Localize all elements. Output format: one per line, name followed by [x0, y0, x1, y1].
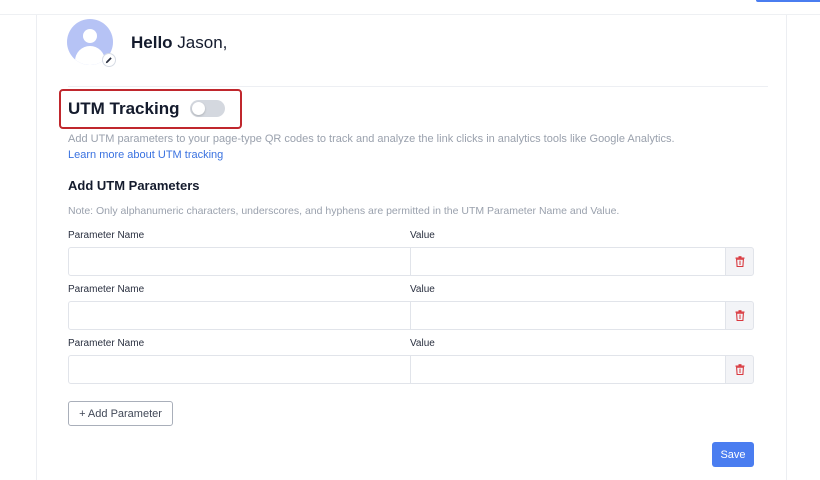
- greeting-hello: Hello: [131, 33, 173, 52]
- delete-parameter-button[interactable]: [725, 301, 754, 330]
- parameter-name-label: Parameter Name: [68, 230, 145, 241]
- top-bar: [0, 0, 820, 15]
- parameter-name-input[interactable]: [68, 355, 411, 384]
- greeting: Hello Jason,: [131, 33, 227, 53]
- delete-parameter-button[interactable]: [725, 247, 754, 276]
- avatar-body: [75, 46, 105, 65]
- avatar-head: [83, 29, 97, 43]
- utm-description: Add UTM parameters to your page-type QR …: [68, 133, 675, 145]
- parameters-note: Note: Only alphanumeric characters, unde…: [68, 205, 620, 217]
- pencil-icon[interactable]: [102, 53, 116, 67]
- value-label: Value: [410, 338, 435, 349]
- utm-tracking-title: UTM Tracking: [68, 99, 180, 118]
- parameter-value-input[interactable]: [410, 355, 726, 384]
- learn-more-link[interactable]: Learn more about UTM tracking: [68, 149, 223, 161]
- pencil-icon-glyph: [105, 57, 112, 64]
- parameter-value-input[interactable]: [410, 247, 726, 276]
- value-label: Value: [410, 230, 435, 241]
- trash-icon: [735, 256, 744, 267]
- parameter-name-label: Parameter Name: [68, 338, 145, 349]
- greeting-name: Jason,: [177, 33, 228, 52]
- parameter-value-input[interactable]: [410, 301, 726, 330]
- value-label: Value: [410, 284, 435, 295]
- section-divider: [68, 86, 768, 87]
- trash-icon: [735, 310, 744, 321]
- trash-icon: [735, 364, 744, 375]
- parameter-name-label: Parameter Name: [68, 284, 145, 295]
- delete-parameter-button[interactable]: [725, 355, 754, 384]
- save-button[interactable]: Save: [712, 442, 754, 467]
- add-parameter-button[interactable]: + Add Parameter: [68, 401, 173, 426]
- add-utm-parameters-title: Add UTM Parameters: [68, 178, 200, 193]
- utm-tracking-toggle[interactable]: [190, 100, 225, 117]
- toggle-knob: [192, 102, 205, 115]
- parameter-name-input[interactable]: [68, 247, 411, 276]
- top-accent-button-edge[interactable]: [756, 0, 820, 2]
- parameter-name-input[interactable]: [68, 301, 411, 330]
